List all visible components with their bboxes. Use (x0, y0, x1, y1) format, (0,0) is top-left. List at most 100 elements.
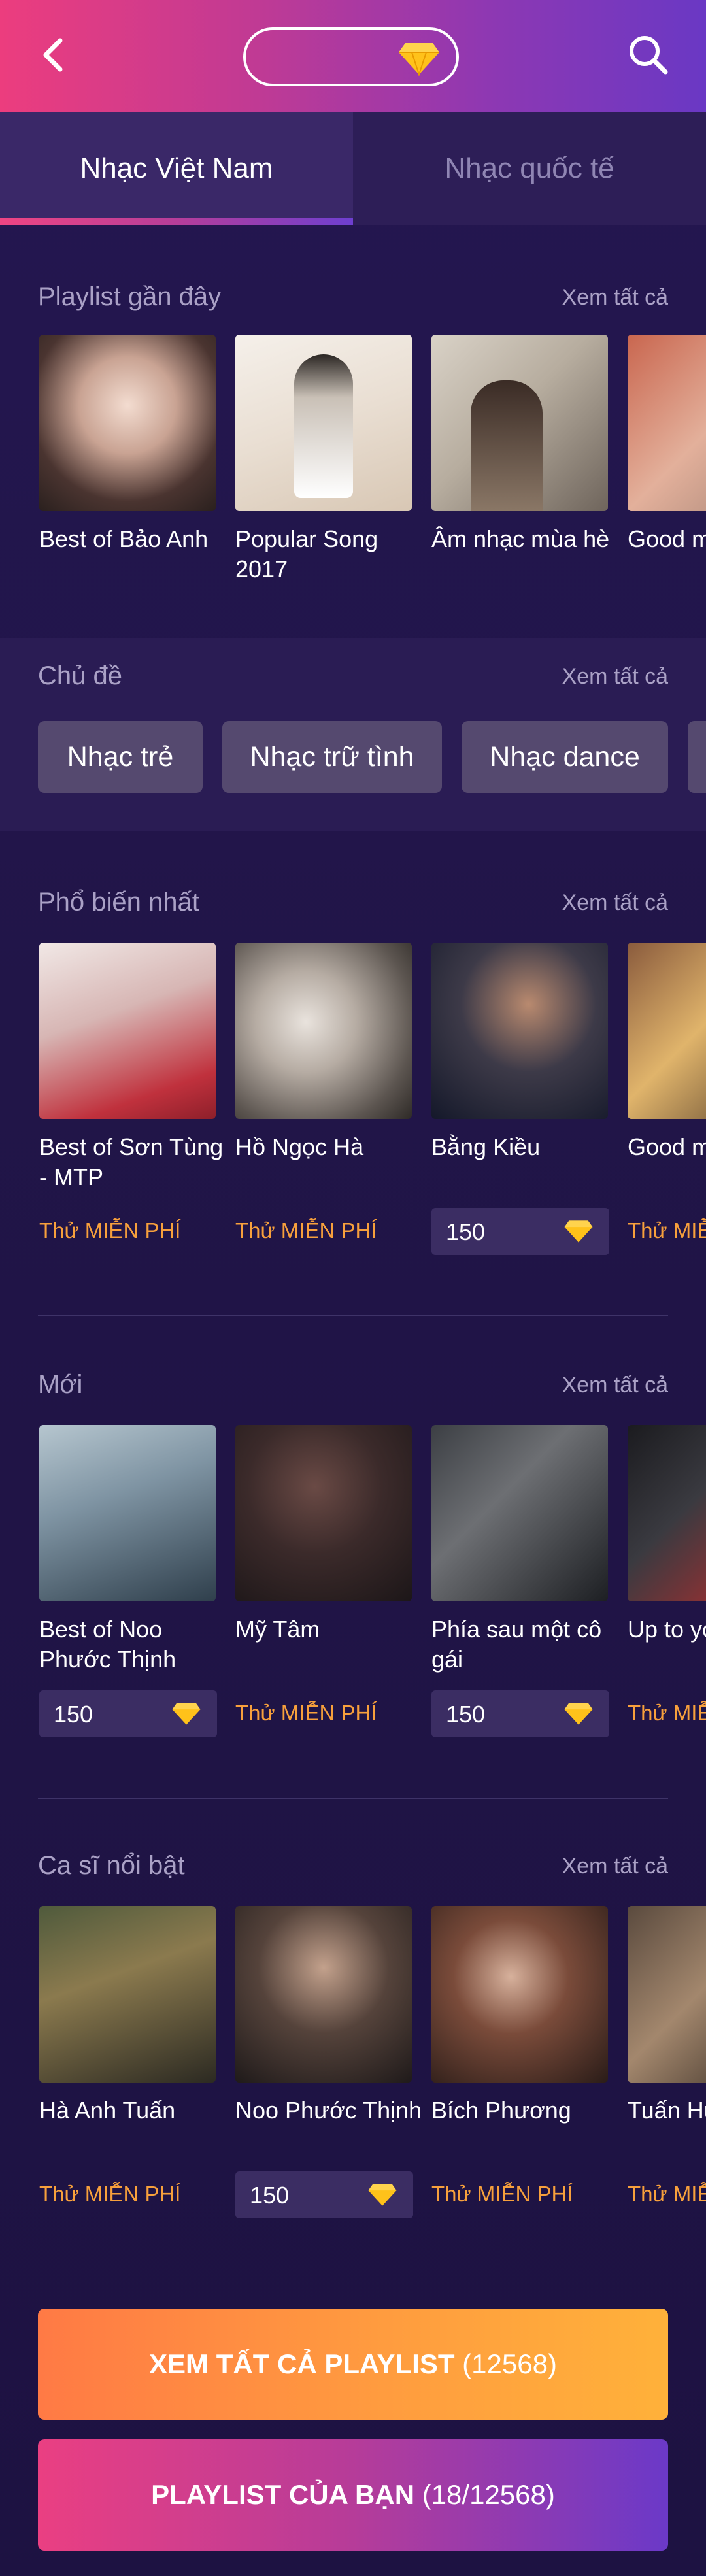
price-pill[interactable]: 150 (431, 1208, 609, 1255)
playlist-title: Phía sau một cô gái (431, 1616, 602, 1673)
playlist-card[interactable]: Hồ Ngọc Hà (235, 943, 412, 1162)
diamond-icon (564, 1220, 593, 1243)
free-trial-label[interactable]: Thử MIỄN PHÍ (39, 1218, 180, 1243)
diamond-icon (172, 1703, 201, 1725)
playlist-cover (235, 335, 412, 511)
new-section-title: Mới (38, 1370, 83, 1399)
free-trial-label[interactable]: Thử MIỄN PHÍ (431, 2182, 573, 2207)
playlist-card[interactable]: Bằng Kiều (431, 943, 608, 1162)
playlist-card[interactable]: Popular Song 2017 (235, 335, 412, 584)
price-pill[interactable]: 150 (235, 2171, 413, 2218)
playlist-cover (39, 943, 216, 1119)
topics-section-title: Chủ đề (38, 661, 122, 690)
topic-chip-partial[interactable] (688, 721, 706, 793)
cta-count: (12568) (454, 2349, 557, 2379)
playlist-title: Good m (628, 526, 706, 552)
active-tab-indicator (0, 218, 353, 225)
playlist-title: Good m (628, 1133, 706, 1160)
top-bar (0, 0, 706, 112)
price-value: 150 (446, 1701, 486, 1728)
music-app-screen: Nhạc Việt Nam Nhạc quốc tế Playlist gần … (0, 0, 706, 2576)
playlist-cover (235, 943, 412, 1119)
artist-card[interactable]: Tuấn Hư (628, 1906, 706, 2126)
see-all-recent-link[interactable]: Xem tất cả (562, 285, 668, 310)
playlist-cover (39, 1425, 216, 1601)
popular-section-title: Phổ biến nhất (38, 888, 199, 916)
free-trial-label[interactable]: Thử MIỄN PHÍ (235, 1701, 377, 1726)
free-trial-label[interactable]: Thử MIỄN PHÍ (39, 2182, 180, 2207)
free-trial-label[interactable]: Thử MIỄN PHÍ (235, 1218, 377, 1243)
back-icon (43, 38, 63, 72)
cta-count: (18/12568) (414, 2479, 555, 2510)
artists-section-title: Ca sĩ nổi bật (38, 1851, 185, 1880)
price-value: 150 (54, 1701, 93, 1728)
see-all-new-link[interactable]: Xem tất cả (562, 1373, 668, 1398)
playlist-cover (431, 335, 608, 511)
search-icon (630, 36, 668, 75)
section-divider (38, 1798, 668, 1799)
free-trial-label[interactable]: Thử MIỄ (628, 2182, 706, 2207)
playlist-title: Best of Bảo Anh (39, 526, 209, 552)
playlist-cover (39, 335, 216, 511)
playlist-card[interactable]: Up to yo (628, 1425, 706, 1645)
free-trial-label[interactable]: Thử MIỄ (628, 1218, 706, 1243)
artist-name: Tuấn Hư (628, 2097, 706, 2124)
see-all-artists-link[interactable]: Xem tất cả (562, 1854, 668, 1879)
artist-card[interactable]: Noo Phước Thịnh (235, 1906, 422, 2126)
section-divider (38, 1315, 668, 1316)
topic-chip-nhac-dance[interactable]: Nhạc dance (462, 721, 668, 793)
artist-photo (628, 1906, 706, 2083)
tab-label: Nhạc Việt Nam (80, 152, 273, 184)
playlist-title: Popular Song 2017 (235, 526, 378, 582)
playlist-cover (235, 1425, 412, 1601)
tab-international-music[interactable]: Nhạc quốc tế (353, 112, 706, 225)
recent-section-title: Playlist gần đây (38, 282, 222, 311)
artist-photo (235, 1906, 412, 2083)
artist-photo (431, 1906, 608, 2083)
price-value: 150 (446, 1218, 486, 1245)
playlist-card[interactable]: Phía sau một cô gái (431, 1425, 608, 1675)
playlist-title: Bằng Kiều (431, 1133, 541, 1160)
artist-card[interactable]: Bích Phương (431, 1906, 608, 2126)
playlist-cover (431, 1425, 608, 1601)
price-pill[interactable]: 150 (431, 1690, 609, 1737)
topic-chip-nhac-tre[interactable]: Nhạc trẻ (38, 721, 203, 793)
playlist-card[interactable]: Best of Bảo Anh (39, 335, 216, 554)
playlist-cover (628, 1425, 706, 1601)
cta-label: PLAYLIST CỦA BẠN (151, 2479, 415, 2510)
diamond-icon (564, 1703, 593, 1725)
playlist-card[interactable]: Good m (628, 335, 706, 554)
playlist-title: Best of Sơn Tùng - MTP (39, 1133, 224, 1190)
price-value: 150 (250, 2182, 290, 2209)
cta-label: XEM TẤT CẢ PLAYLIST (149, 2349, 455, 2379)
see-all-popular-link[interactable]: Xem tất cả (562, 890, 668, 916)
playlist-card[interactable]: Good m (628, 943, 706, 1162)
playlist-card[interactable]: Mỹ Tâm (235, 1425, 412, 1645)
diamond-balance-pill[interactable] (243, 27, 459, 86)
artist-card[interactable]: Hà Anh Tuấn (39, 1906, 216, 2126)
playlist-card[interactable]: Best of Sơn Tùng - MTP (39, 943, 223, 1192)
diamond-icon (368, 2184, 397, 2206)
tab-bar: Nhạc Việt Nam Nhạc quốc tế (0, 112, 706, 225)
playlist-card[interactable]: Best of Noo Phước Thịnh (39, 1425, 216, 1675)
free-trial-label[interactable]: Thử MIỄ (628, 1701, 706, 1726)
tab-vietnamese-music[interactable]: Nhạc Việt Nam (0, 112, 353, 225)
see-all-topics-link[interactable]: Xem tất cả (562, 664, 668, 690)
topic-chip-nhac-tru-tinh[interactable]: Nhạc trữ tình (222, 721, 442, 793)
search-button[interactable] (622, 29, 675, 81)
price-pill[interactable]: 150 (39, 1690, 217, 1737)
playlist-title: Âm nhạc mùa hè (431, 526, 610, 552)
playlist-title: Best of Noo Phước Thịnh (39, 1616, 176, 1673)
playlist-cover (628, 943, 706, 1119)
back-button[interactable] (29, 29, 81, 81)
view-all-playlists-button[interactable]: XEM TẤT CẢ PLAYLIST (12568) (38, 2309, 668, 2420)
my-playlists-button[interactable]: PLAYLIST CỦA BẠN (18/12568) (38, 2439, 668, 2551)
playlist-card[interactable]: Âm nhạc mùa hè (431, 335, 609, 554)
playlist-cover (431, 943, 608, 1119)
artist-name: Bích Phương (431, 2097, 571, 2124)
playlist-cover (628, 335, 706, 511)
tab-label: Nhạc quốc tế (445, 152, 614, 184)
playlist-title: Mỹ Tâm (235, 1616, 320, 1643)
artist-name: Noo Phước Thịnh (235, 2097, 422, 2124)
playlist-title: Hồ Ngọc Hà (235, 1133, 364, 1160)
